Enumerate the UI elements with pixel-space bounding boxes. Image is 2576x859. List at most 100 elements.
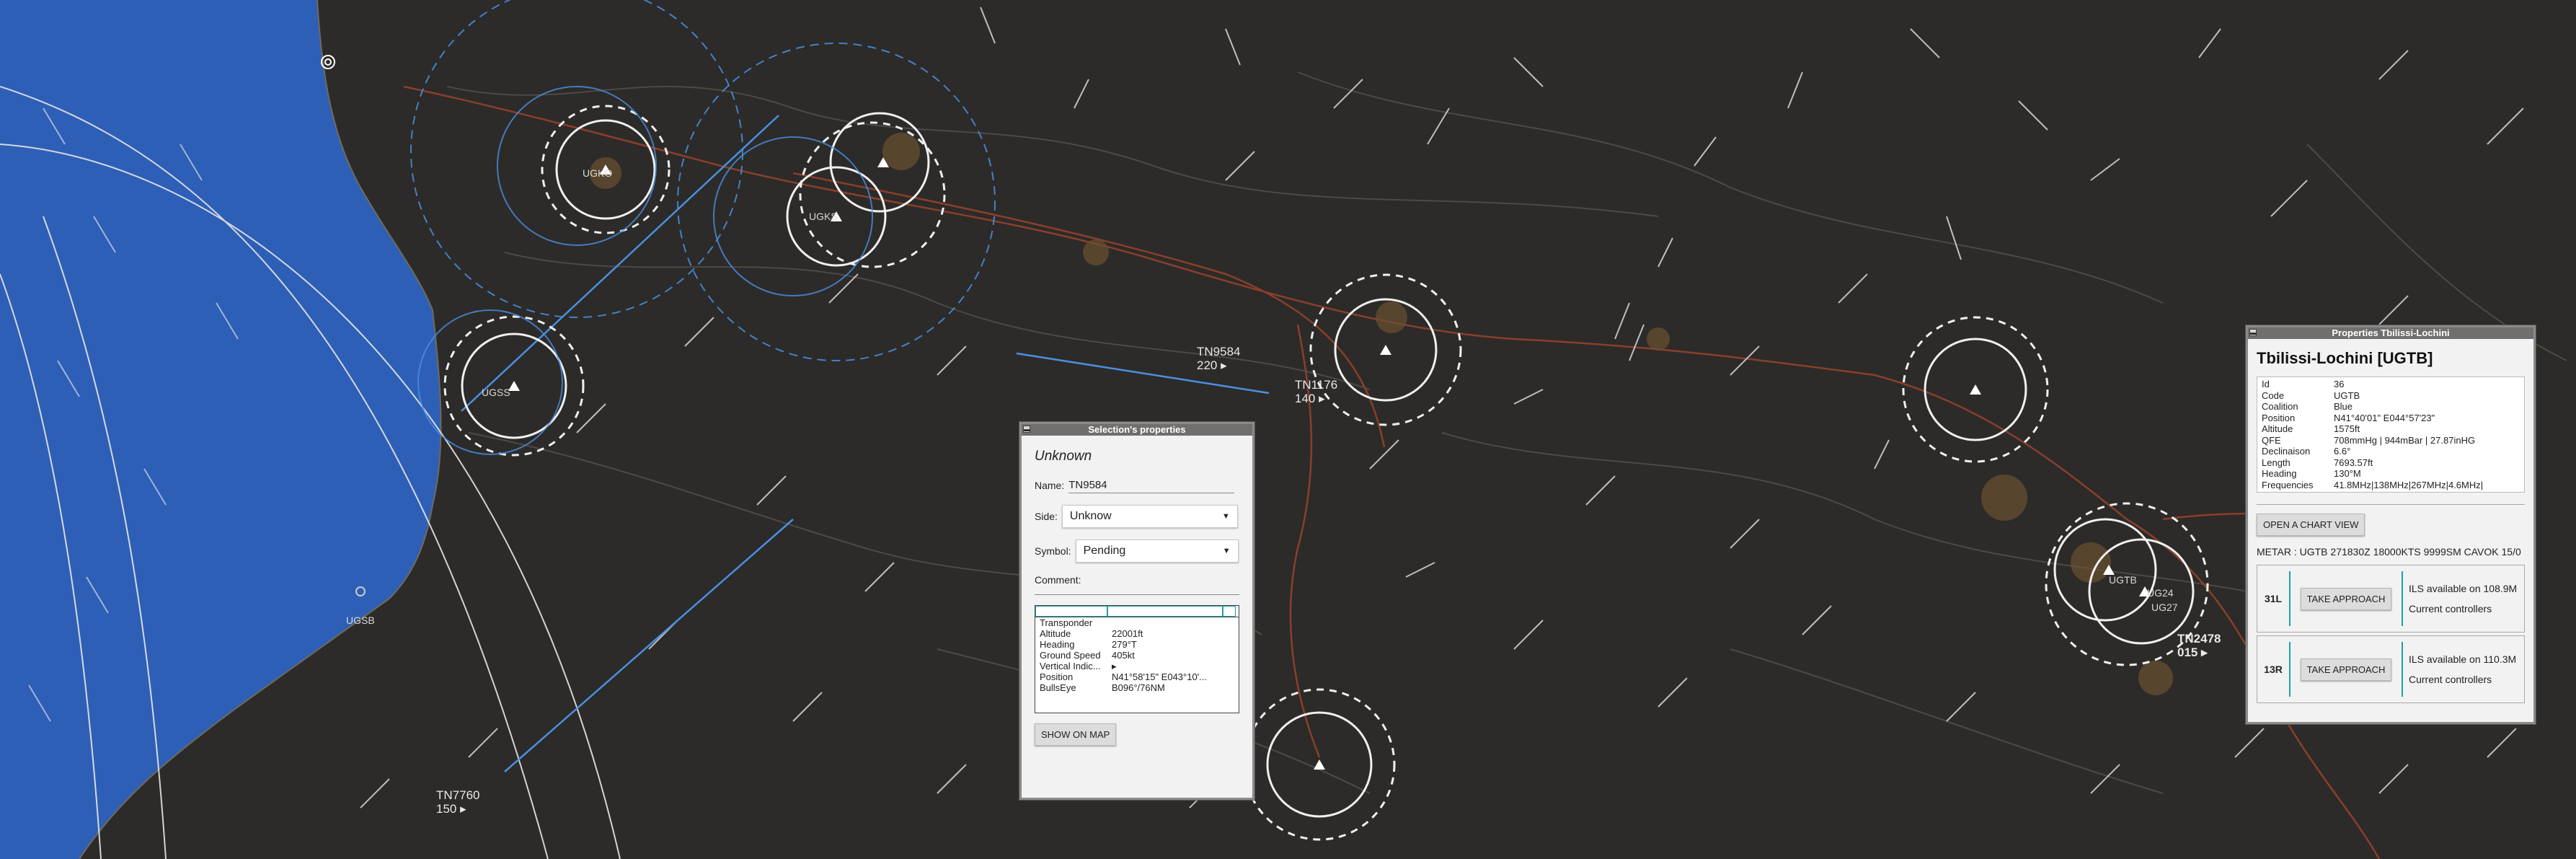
airbase-label[interactable]: UG24 <box>2147 587 2174 599</box>
show-on-map-button[interactable]: SHOW ON MAP <box>1035 723 1117 746</box>
selection-properties-window: ▬ Selection's properties Unknown Name: S… <box>1019 422 1254 800</box>
chevron-down-icon: ▼ <box>1222 547 1231 555</box>
row-key: BullsEye <box>1040 682 1076 693</box>
info-key: QFE <box>2262 434 2281 446</box>
window-titlebar[interactable]: ▬ Selection's properties <box>1022 424 1252 436</box>
window-title: Selection's properties <box>1088 424 1186 435</box>
info-value: 36 <box>2334 379 2345 389</box>
name-input[interactable] <box>1068 477 1235 493</box>
comment-label: Comment: <box>1035 574 1081 586</box>
ils-info: ILS available on 110.3M <box>2409 653 2517 665</box>
aircraft-callsign: TN7760 <box>436 788 480 802</box>
ils-info: ILS available on 108.9M <box>2409 583 2518 594</box>
row-value: B096°/76NM <box>1112 682 1165 693</box>
row-value: ▸ <box>1112 661 1117 671</box>
row-key: Altitude <box>1040 628 1071 639</box>
table-row: Vertical Indic... ▸ <box>1035 661 1239 671</box>
info-row: Id 36 <box>2262 379 2520 390</box>
aircraft-altitude: 140 <box>1295 392 1316 405</box>
info-key: Frequencies <box>2262 479 2314 490</box>
info-value: Blue <box>2334 401 2353 412</box>
info-key: Length <box>2262 457 2290 468</box>
row-value: 22001ft <box>1112 628 1143 639</box>
row-key: Ground Speed <box>1040 650 1101 661</box>
info-key: Heading <box>2262 468 2297 479</box>
window-title: Properties Tbilissi-Lochini <box>2332 327 2450 338</box>
runway-name: 13R <box>2257 642 2290 697</box>
aircraft-label-tn7760[interactable]: TN7760 150 ▸ <box>436 788 479 816</box>
row-key: Position <box>1040 671 1074 682</box>
symbol-value: Pending <box>1083 545 1126 557</box>
airbase-properties-window: ▬ Properties Tbilissi-Lochini Tbilissi-L… <box>2246 325 2536 724</box>
airbase-info-table: Id 36 Code UGTB Coalition Blue Position N41°40'… <box>2257 376 2525 493</box>
info-value: 1575ft <box>2334 423 2360 434</box>
airbase-label[interactable]: UG27 <box>2151 602 2178 613</box>
tactical-map[interactable] <box>0 0 2576 859</box>
airbase-title: Tbilissi-Lochini [UGTB] <box>2257 349 2433 367</box>
info-key: Position <box>2262 412 2296 423</box>
info-value: UGTB <box>2334 389 2360 401</box>
aircraft-altitude: 015 <box>2177 646 2198 659</box>
info-value: N41°40'01" E044°57'23" <box>2334 412 2435 423</box>
info-value: 130°M <box>2334 468 2361 479</box>
info-row: QFE 708mmHg | 944mBar | 27.87inHG <box>2262 435 2520 446</box>
info-value: 7693.57ft <box>2334 457 2373 468</box>
table-header[interactable] <box>1035 606 1239 617</box>
current-controllers: Current controllers <box>2409 603 2492 614</box>
row-key: Transponder <box>1040 617 1093 628</box>
row-key: Heading <box>1040 639 1075 650</box>
column-header[interactable] <box>1107 606 1223 617</box>
info-row: Code UGTB <box>2262 390 2520 402</box>
side-select[interactable]: Unknow ▼ <box>1061 505 1238 528</box>
minimize-icon[interactable]: ▬ <box>1023 426 1030 433</box>
comment-input[interactable] <box>1035 584 1239 595</box>
runway-name: 31L <box>2257 571 2290 626</box>
info-row: Position N41°40'01" E044°57'23" <box>2262 413 2520 424</box>
aircraft-altitude: 220 <box>1197 358 1218 372</box>
open-chart-view-button[interactable]: OPEN A CHART VIEW <box>2257 514 2365 536</box>
table-row: BullsEye B096°/76NM <box>1035 682 1239 693</box>
info-row: Coalition Blue <box>2262 401 2520 413</box>
info-key: Coalition <box>2262 401 2298 412</box>
aircraft-label-tn1176[interactable]: TN1176 140 ▸ <box>1295 378 1337 405</box>
table-row: Position N41°58'15" E043°10'... <box>1035 671 1239 682</box>
take-approach-button[interactable]: TAKE APPROACH <box>2300 587 2392 610</box>
take-approach-button[interactable]: TAKE APPROACH <box>2300 658 2392 681</box>
table-row: Transponder <box>1035 617 1239 628</box>
info-row: Length 7693.57ft <box>2262 457 2520 469</box>
info-value: 708mmHg | 944mBar | 27.87inHG <box>2334 434 2476 446</box>
side-value: Unknow <box>1069 510 1112 522</box>
runway-row: 13R TAKE APPROACH ILS available on 110.3M C… <box>2257 635 2525 703</box>
symbol-label: Symbol: <box>1035 545 1071 557</box>
info-value: 41.8MHz|138MHz|267MHz|4.6MHz| <box>2334 479 2484 490</box>
name-label: Name: <box>1035 480 1065 491</box>
airbase-label[interactable]: UGKS <box>809 211 838 222</box>
info-key: Id <box>2262 379 2270 389</box>
airbase-label[interactable]: UGKO <box>583 167 612 179</box>
airbase-label[interactable]: UGTB <box>2109 574 2137 586</box>
info-key: Altitude <box>2262 423 2293 434</box>
info-row: Altitude 1575ft <box>2262 423 2520 435</box>
row-value: 405kt <box>1112 650 1135 661</box>
column-header[interactable] <box>1035 606 1107 617</box>
column-header[interactable] <box>1223 606 1236 617</box>
airbase-label[interactable]: UGSB <box>346 614 375 626</box>
airbase-label[interactable]: UGSS <box>482 387 510 398</box>
info-key: Declinaison <box>2262 446 2311 457</box>
side-label: Side: <box>1035 511 1058 522</box>
table-row: Ground Speed 405kt <box>1035 650 1239 661</box>
aircraft-label-tn9584[interactable]: TN9584 220 ▸ <box>1197 345 1240 372</box>
runway-row: 31L TAKE APPROACH ILS available on 108.9M C… <box>2257 565 2525 633</box>
chevron-down-icon: ▼ <box>1222 512 1230 521</box>
aircraft-label-tn2478[interactable]: TN2478 015 ▸ <box>2177 632 2221 659</box>
info-value: 6.6° <box>2334 446 2351 457</box>
aircraft-callsign: TN9584 <box>1197 345 1241 358</box>
window-titlebar[interactable]: ▬ Properties Tbilissi-Lochini <box>2248 327 2533 339</box>
minimize-icon[interactable]: ▬ <box>2249 329 2257 336</box>
symbol-select[interactable]: Pending ▼ <box>1075 539 1239 563</box>
row-key: Vertical Indic... <box>1040 661 1101 671</box>
info-row: Frequencies 41.8MHz|138MHz|267MHz|4.6MHz| <box>2262 480 2520 491</box>
table-row: Altitude 22001ft <box>1035 628 1239 639</box>
aircraft-altitude: 150 <box>436 802 457 816</box>
current-controllers: Current controllers <box>2409 674 2492 685</box>
